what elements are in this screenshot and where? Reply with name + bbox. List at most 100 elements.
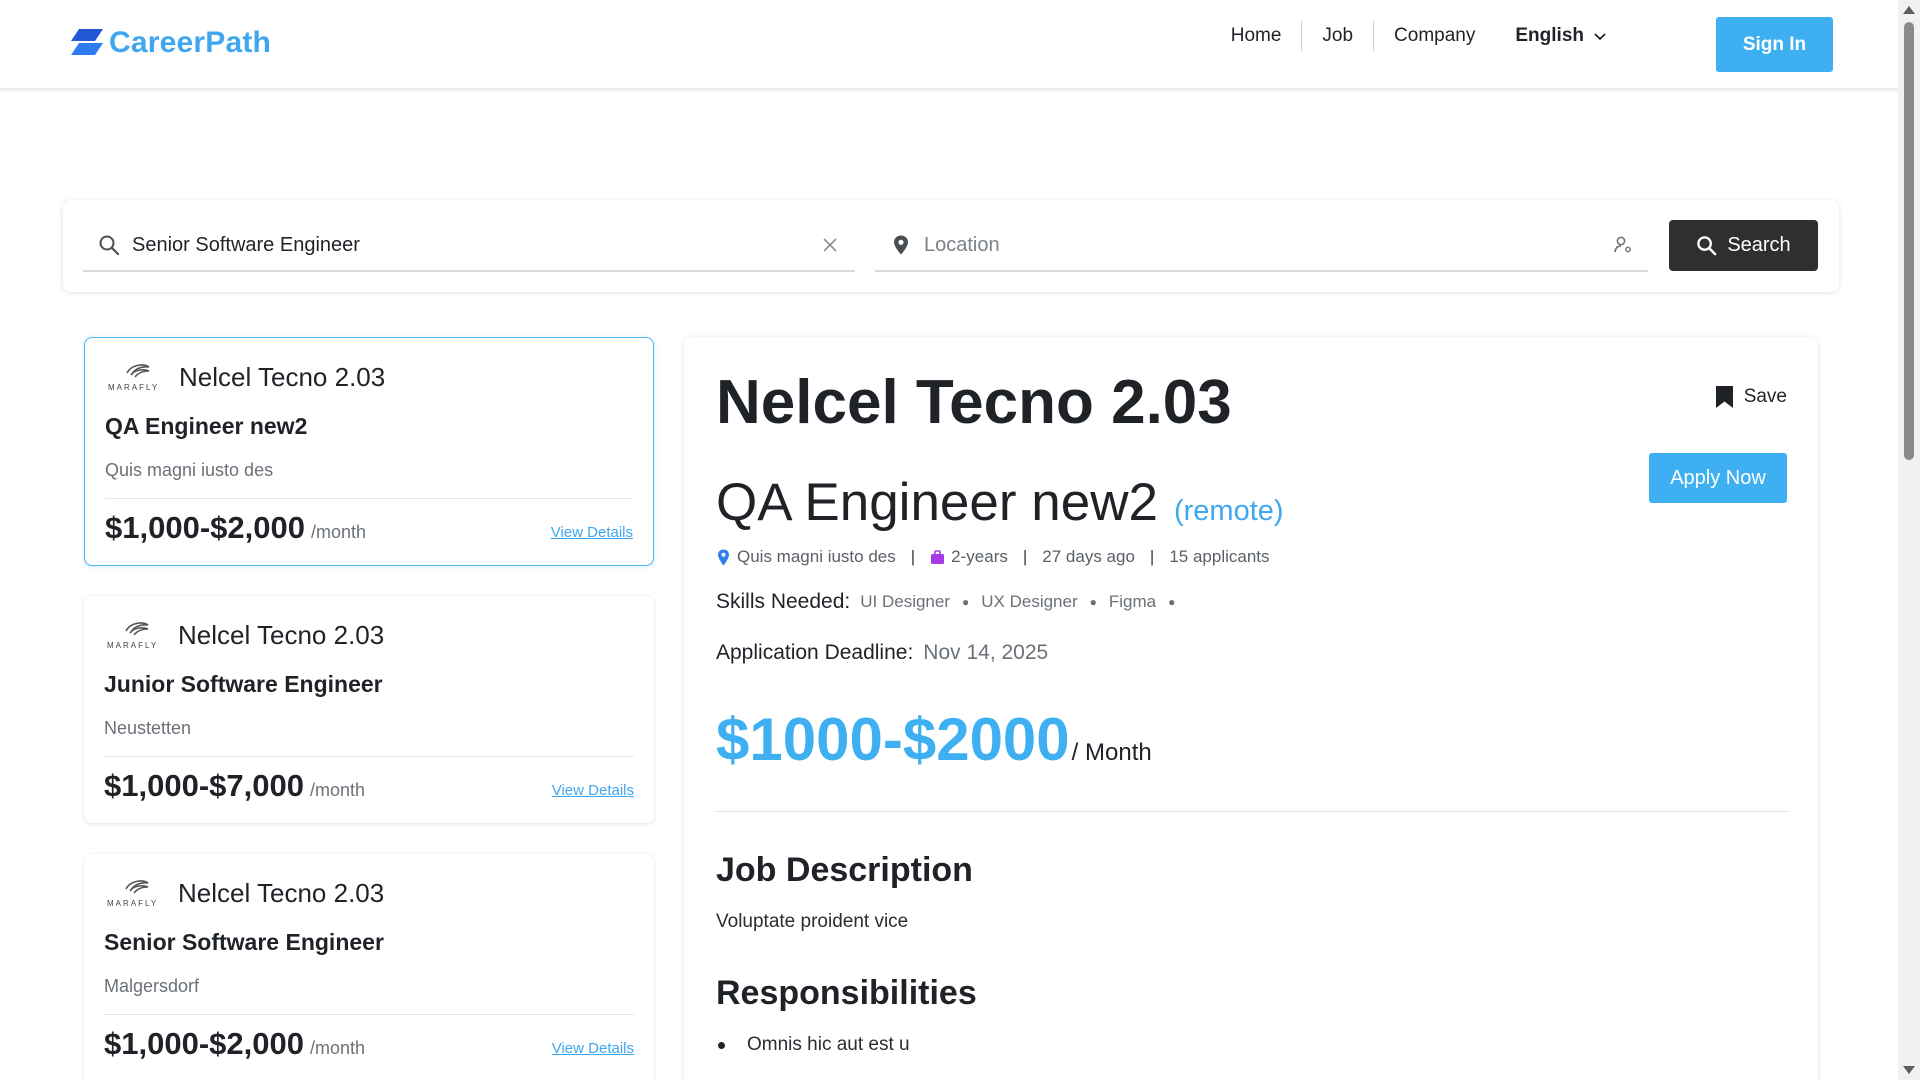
view-details-link[interactable]: View Details bbox=[552, 782, 634, 799]
skill-separator: ● bbox=[962, 595, 970, 609]
page: CareerPath Home Job Company English Sign… bbox=[0, 0, 1898, 1080]
location-field bbox=[875, 220, 1648, 272]
save-button[interactable]: Save bbox=[1715, 385, 1787, 409]
clear-icon[interactable] bbox=[820, 235, 840, 255]
location-pin-icon bbox=[718, 549, 729, 565]
meta-applicants: 15 applicants bbox=[1169, 547, 1270, 566]
sign-in-button[interactable]: Sign In bbox=[1716, 17, 1833, 72]
application-deadline: Application Deadline: Nov 14, 2025 bbox=[716, 641, 1048, 665]
job-card[interactable]: MARAFLY Nelcel Tecno 2.03 Senior Softwar… bbox=[84, 854, 654, 1080]
nav-company[interactable]: Company bbox=[1374, 17, 1495, 55]
divider bbox=[104, 1014, 634, 1015]
skills-row: Skills Needed: UI Designer ● UX Designer… bbox=[716, 590, 1187, 614]
location-input[interactable] bbox=[924, 233, 1613, 257]
meta-location-text: Quis magni iusto des bbox=[737, 547, 896, 566]
skill-tag: Figma bbox=[1108, 592, 1157, 611]
divider bbox=[104, 756, 634, 757]
search-icon bbox=[99, 235, 120, 256]
nav-home[interactable]: Home bbox=[1211, 17, 1302, 55]
meta-experience: 2-years bbox=[930, 547, 1008, 567]
view-details-link[interactable]: View Details bbox=[551, 524, 633, 541]
job-location: Malgersdorf bbox=[104, 976, 200, 996]
job-search-input[interactable] bbox=[132, 233, 820, 257]
job-search-field bbox=[83, 220, 855, 272]
page-scrollbar[interactable] bbox=[1898, 0, 1920, 1080]
company-logo-text: MARAFLY bbox=[107, 641, 158, 650]
salary-amount: $1,000-$7,000 bbox=[104, 768, 304, 803]
deadline-value: Nov 14, 2025 bbox=[923, 641, 1049, 664]
job-card-header: MARAFLY Nelcel Tecno 2.03 bbox=[104, 877, 384, 909]
company-logo-icon: MARAFLY bbox=[107, 622, 158, 650]
detail-job-title: QA Engineer new2 bbox=[716, 473, 1158, 532]
company-logo-icon: MARAFLY bbox=[107, 880, 158, 908]
detail-salary-unit: / Month bbox=[1071, 739, 1152, 766]
responsibilities-list: Omnis hic aut est u bbox=[716, 1034, 910, 1056]
brand-logo[interactable]: CareerPath bbox=[69, 26, 271, 60]
meta-separator: | bbox=[1149, 547, 1155, 566]
job-detail-panel: Nelcel Tecno 2.03 Save Apply Now QA Engi… bbox=[684, 337, 1818, 1080]
job-location: Quis magni iusto des bbox=[105, 460, 274, 480]
detail-salary-amount: $1000-$2000 bbox=[716, 706, 1070, 773]
language-label: English bbox=[1515, 25, 1584, 46]
deadline-label: Application Deadline: bbox=[716, 641, 914, 664]
job-salary: $1,000-$2,000 /month bbox=[105, 510, 366, 546]
scrollbar-thumb[interactable] bbox=[1904, 22, 1914, 460]
company-logo-text: MARAFLY bbox=[107, 899, 158, 908]
bookmark-icon bbox=[1715, 386, 1733, 408]
job-salary: $1,000-$2,000 /month bbox=[104, 1026, 365, 1062]
search-icon bbox=[1697, 236, 1717, 256]
company-name: Nelcel Tecno 2.03 bbox=[178, 619, 385, 650]
scroll-up-arrow-icon[interactable] bbox=[1903, 6, 1915, 14]
brand-logo-icon bbox=[71, 29, 103, 55]
meta-separator: | bbox=[910, 547, 916, 566]
search-bar: Search bbox=[63, 200, 1839, 292]
company-name: Nelcel Tecno 2.03 bbox=[179, 361, 386, 392]
salary-unit: /month bbox=[310, 522, 366, 542]
apply-now-button[interactable]: Apply Now bbox=[1649, 453, 1787, 503]
language-selector[interactable]: English bbox=[1495, 25, 1628, 47]
divider bbox=[716, 811, 1788, 812]
view-details-link[interactable]: View Details bbox=[552, 1040, 634, 1057]
detail-title-row: QA Engineer new2 (remote) bbox=[716, 472, 1284, 533]
main-nav: Home Job Company English bbox=[1211, 17, 1628, 55]
briefcase-icon bbox=[931, 549, 945, 564]
meta-location: Quis magni iusto des bbox=[716, 547, 896, 567]
skills-label: Skills Needed: bbox=[716, 590, 851, 613]
skill-tag: UI Designer bbox=[860, 592, 950, 611]
top-navbar: CareerPath Home Job Company English Sign… bbox=[0, 0, 1898, 89]
job-salary: $1,000-$7,000 /month bbox=[104, 768, 365, 804]
meta-separator: | bbox=[1022, 547, 1028, 566]
job-card[interactable]: MARAFLY Nelcel Tecno 2.03 QA Engineer ne… bbox=[84, 337, 654, 566]
job-description-text: Voluptate proident vice bbox=[716, 911, 909, 932]
salary-amount: $1,000-$2,000 bbox=[105, 510, 305, 545]
job-card-header: MARAFLY Nelcel Tecno 2.03 bbox=[104, 619, 384, 651]
job-card[interactable]: MARAFLY Nelcel Tecno 2.03 Junior Softwar… bbox=[84, 596, 654, 823]
brand-name: CareerPath bbox=[109, 26, 272, 59]
salary-unit: /month bbox=[309, 780, 365, 800]
job-card-header: MARAFLY Nelcel Tecno 2.03 bbox=[105, 361, 385, 393]
job-title: Junior Software Engineer bbox=[104, 671, 383, 697]
job-title: QA Engineer new2 bbox=[105, 413, 308, 439]
job-description-heading: Job Description bbox=[716, 851, 973, 889]
scroll-down-arrow-icon[interactable] bbox=[1903, 1066, 1915, 1074]
job-meta: Quis magni iusto des | 2-years | 27 days… bbox=[716, 547, 1270, 567]
person-location-icon[interactable] bbox=[1613, 235, 1633, 255]
company-name: Nelcel Tecno 2.03 bbox=[178, 877, 385, 908]
list-item: Omnis hic aut est u bbox=[716, 1034, 910, 1056]
divider bbox=[105, 498, 633, 499]
nav-job[interactable]: Job bbox=[1302, 17, 1373, 55]
responsibilities-heading: Responsibilities bbox=[716, 974, 977, 1012]
company-logo-icon: MARAFLY bbox=[108, 364, 159, 392]
location-pin-icon bbox=[894, 235, 908, 255]
skill-separator: ● bbox=[1168, 595, 1176, 609]
salary-amount: $1,000-$2,000 bbox=[104, 1026, 304, 1061]
search-button[interactable]: Search bbox=[1669, 220, 1818, 271]
detail-company-name: Nelcel Tecno 2.03 bbox=[716, 368, 1232, 437]
skill-tag: UX Designer bbox=[981, 592, 1078, 611]
meta-experience-text: 2-years bbox=[951, 547, 1008, 566]
company-logo-text: MARAFLY bbox=[108, 383, 159, 392]
salary-unit: /month bbox=[309, 1038, 365, 1058]
meta-posted: 27 days ago bbox=[1042, 547, 1135, 566]
job-location: Neustetten bbox=[104, 718, 192, 738]
detail-salary: $1000-$2000 / Month bbox=[716, 705, 1152, 774]
